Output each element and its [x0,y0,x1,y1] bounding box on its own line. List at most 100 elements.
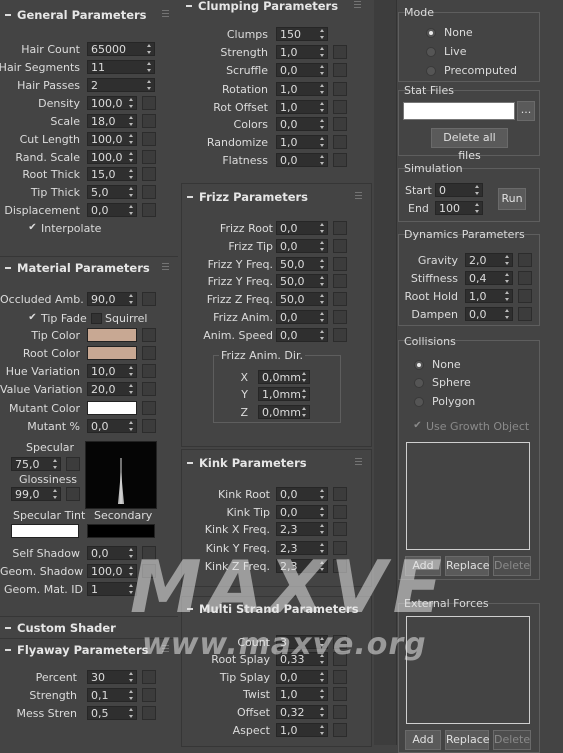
spinner-arrows-icon[interactable] [505,273,510,283]
spinner-arrows-icon[interactable] [320,47,325,57]
spinner-arrows-icon[interactable] [320,330,325,340]
rollout-frizz-header[interactable]: Frizz Parameters [187,188,366,206]
clumping-spinner[interactable]: 1,0 [276,100,328,114]
map-button[interactable] [333,505,347,519]
spinner-arrows-icon[interactable] [320,725,325,735]
interpolate-checkbox[interactable]: ✔ Interpolate [27,222,101,235]
map-button[interactable] [333,117,347,131]
browse-button[interactable]: ... [517,101,535,121]
collision-replace-button[interactable]: Replace [445,556,490,576]
collision-radio-polygon[interactable]: Polygon [414,395,475,408]
spinner-arrows-icon[interactable] [129,205,134,215]
frizz-spinner[interactable]: 0,0 [276,328,328,342]
spec-tint-swatch[interactable] [11,524,79,538]
map-button[interactable] [142,706,156,720]
tip-color-swatch[interactable] [87,328,137,342]
spinner-arrows-icon[interactable] [129,152,134,162]
frizz-dir-spinner[interactable]: 0,0mm [258,405,310,419]
spinner-arrows-icon[interactable] [320,119,325,129]
spinner-arrows-icon[interactable] [129,672,134,682]
spinner-arrows-icon[interactable] [320,259,325,269]
spinner-arrows-icon[interactable] [320,65,325,75]
rollout-material-header[interactable]: Material Parameters [5,259,173,277]
general-root-thick-spinner[interactable]: 15,0 [87,167,137,181]
rollout-kink-header[interactable]: Kink Parameters [187,454,366,472]
spinner-arrows-icon[interactable] [147,62,152,72]
map-button[interactable] [333,153,347,167]
flyaway-spinner[interactable]: 0,1 [87,688,137,702]
spinner-arrows-icon[interactable] [302,407,307,417]
spinner-arrows-icon[interactable] [505,309,510,319]
general-rand-scale-spinner[interactable]: 100,0 [87,150,137,164]
collision-objects-list[interactable] [406,442,530,550]
general-cut-length-spinner[interactable]: 100,0 [87,132,137,146]
map-button[interactable] [142,688,156,702]
spinner-arrows-icon[interactable] [320,102,325,112]
forces-delete-button[interactable]: Delete [493,730,531,750]
delete-all-files-button[interactable]: Delete all files [431,128,508,162]
hue-map-button[interactable] [142,364,156,378]
spinner-arrows-icon[interactable] [320,507,325,517]
multistrand-spinner[interactable]: 0,32 [276,705,328,719]
forces-replace-button[interactable]: Replace [445,730,490,750]
mutant-color-map-button[interactable] [142,401,156,415]
spinner-arrows-icon[interactable] [320,276,325,286]
map-button[interactable] [333,687,347,701]
glossiness-spinner[interactable]: 99,0 [11,487,61,501]
spinner-arrows-icon[interactable] [320,84,325,94]
spinner-arrows-icon[interactable] [320,223,325,233]
clumping-spinner[interactable]: 0,0 [276,63,328,77]
flyaway-spinner[interactable]: 0,5 [87,706,137,720]
map-button[interactable] [333,257,347,271]
map-button[interactable] [333,670,347,684]
general-displacement-spinner[interactable]: 0,0 [87,203,137,217]
spinner-arrows-icon[interactable] [320,137,325,147]
clumping-spinner[interactable]: 150 [276,27,328,41]
occluded-map-button[interactable] [142,292,156,306]
map-button[interactable] [333,63,347,77]
general-scale-spinner[interactable]: 18,0 [87,114,137,128]
general-hair-segments-spinner[interactable]: 11 [87,60,155,74]
multistrand-spinner[interactable]: 1,0 [276,723,328,737]
frizz-dir-spinner[interactable]: 1,0mm [258,387,310,401]
dynamics-spinner[interactable]: 1,0 [465,289,513,303]
kink-spinner[interactable]: 0,0 [276,487,328,501]
map-button[interactable] [142,185,156,199]
spinner-arrows-icon[interactable] [320,689,325,699]
frizz-spinner[interactable]: 0,0 [276,239,328,253]
spinner-arrows-icon[interactable] [505,291,510,301]
spinner-arrows-icon[interactable] [320,707,325,717]
general-density-spinner[interactable]: 100,0 [87,96,137,110]
frizz-spinner[interactable]: 50,0 [276,292,328,306]
kink-spinner[interactable]: 2,3 [276,522,328,536]
forces-add-button[interactable]: Add [405,730,441,750]
root-color-map-button[interactable] [142,346,156,360]
dynamics-spinner[interactable]: 0,4 [465,271,513,285]
map-button[interactable] [142,132,156,146]
collision-delete-button[interactable]: Delete [493,556,531,576]
frizz-spinner[interactable]: 50,0 [276,257,328,271]
spinner-arrows-icon[interactable] [302,372,307,382]
mode-radio-precomputed[interactable]: Precomputed [426,64,517,77]
clumping-spinner[interactable]: 1,0 [276,82,328,96]
dynamics-spinner[interactable]: 2,0 [465,253,513,267]
map-button[interactable] [333,328,347,342]
glossiness-map-button[interactable] [66,487,80,501]
map-button[interactable] [333,723,347,737]
map-button[interactable] [333,310,347,324]
collision-radio-none[interactable]: None [414,358,461,371]
rollout-clumping-header[interactable]: Clumping Parameters [186,0,365,15]
map-button[interactable] [333,82,347,96]
map-button[interactable] [142,114,156,128]
mutant-pct-map-button[interactable] [142,419,156,433]
use-growth-checkbox[interactable]: ✔ Use Growth Object [412,420,529,433]
specular-spinner[interactable]: 75,0 [11,457,61,471]
map-button[interactable] [333,100,347,114]
clumping-spinner[interactable]: 0,0 [276,117,328,131]
map-button[interactable] [333,705,347,719]
spinner-arrows-icon[interactable] [129,169,134,179]
rollout-general-header[interactable]: General Parameters [5,6,173,24]
spinner-arrows-icon[interactable] [505,255,510,265]
map-button[interactable] [142,670,156,684]
spinner-arrows-icon[interactable] [147,80,152,90]
